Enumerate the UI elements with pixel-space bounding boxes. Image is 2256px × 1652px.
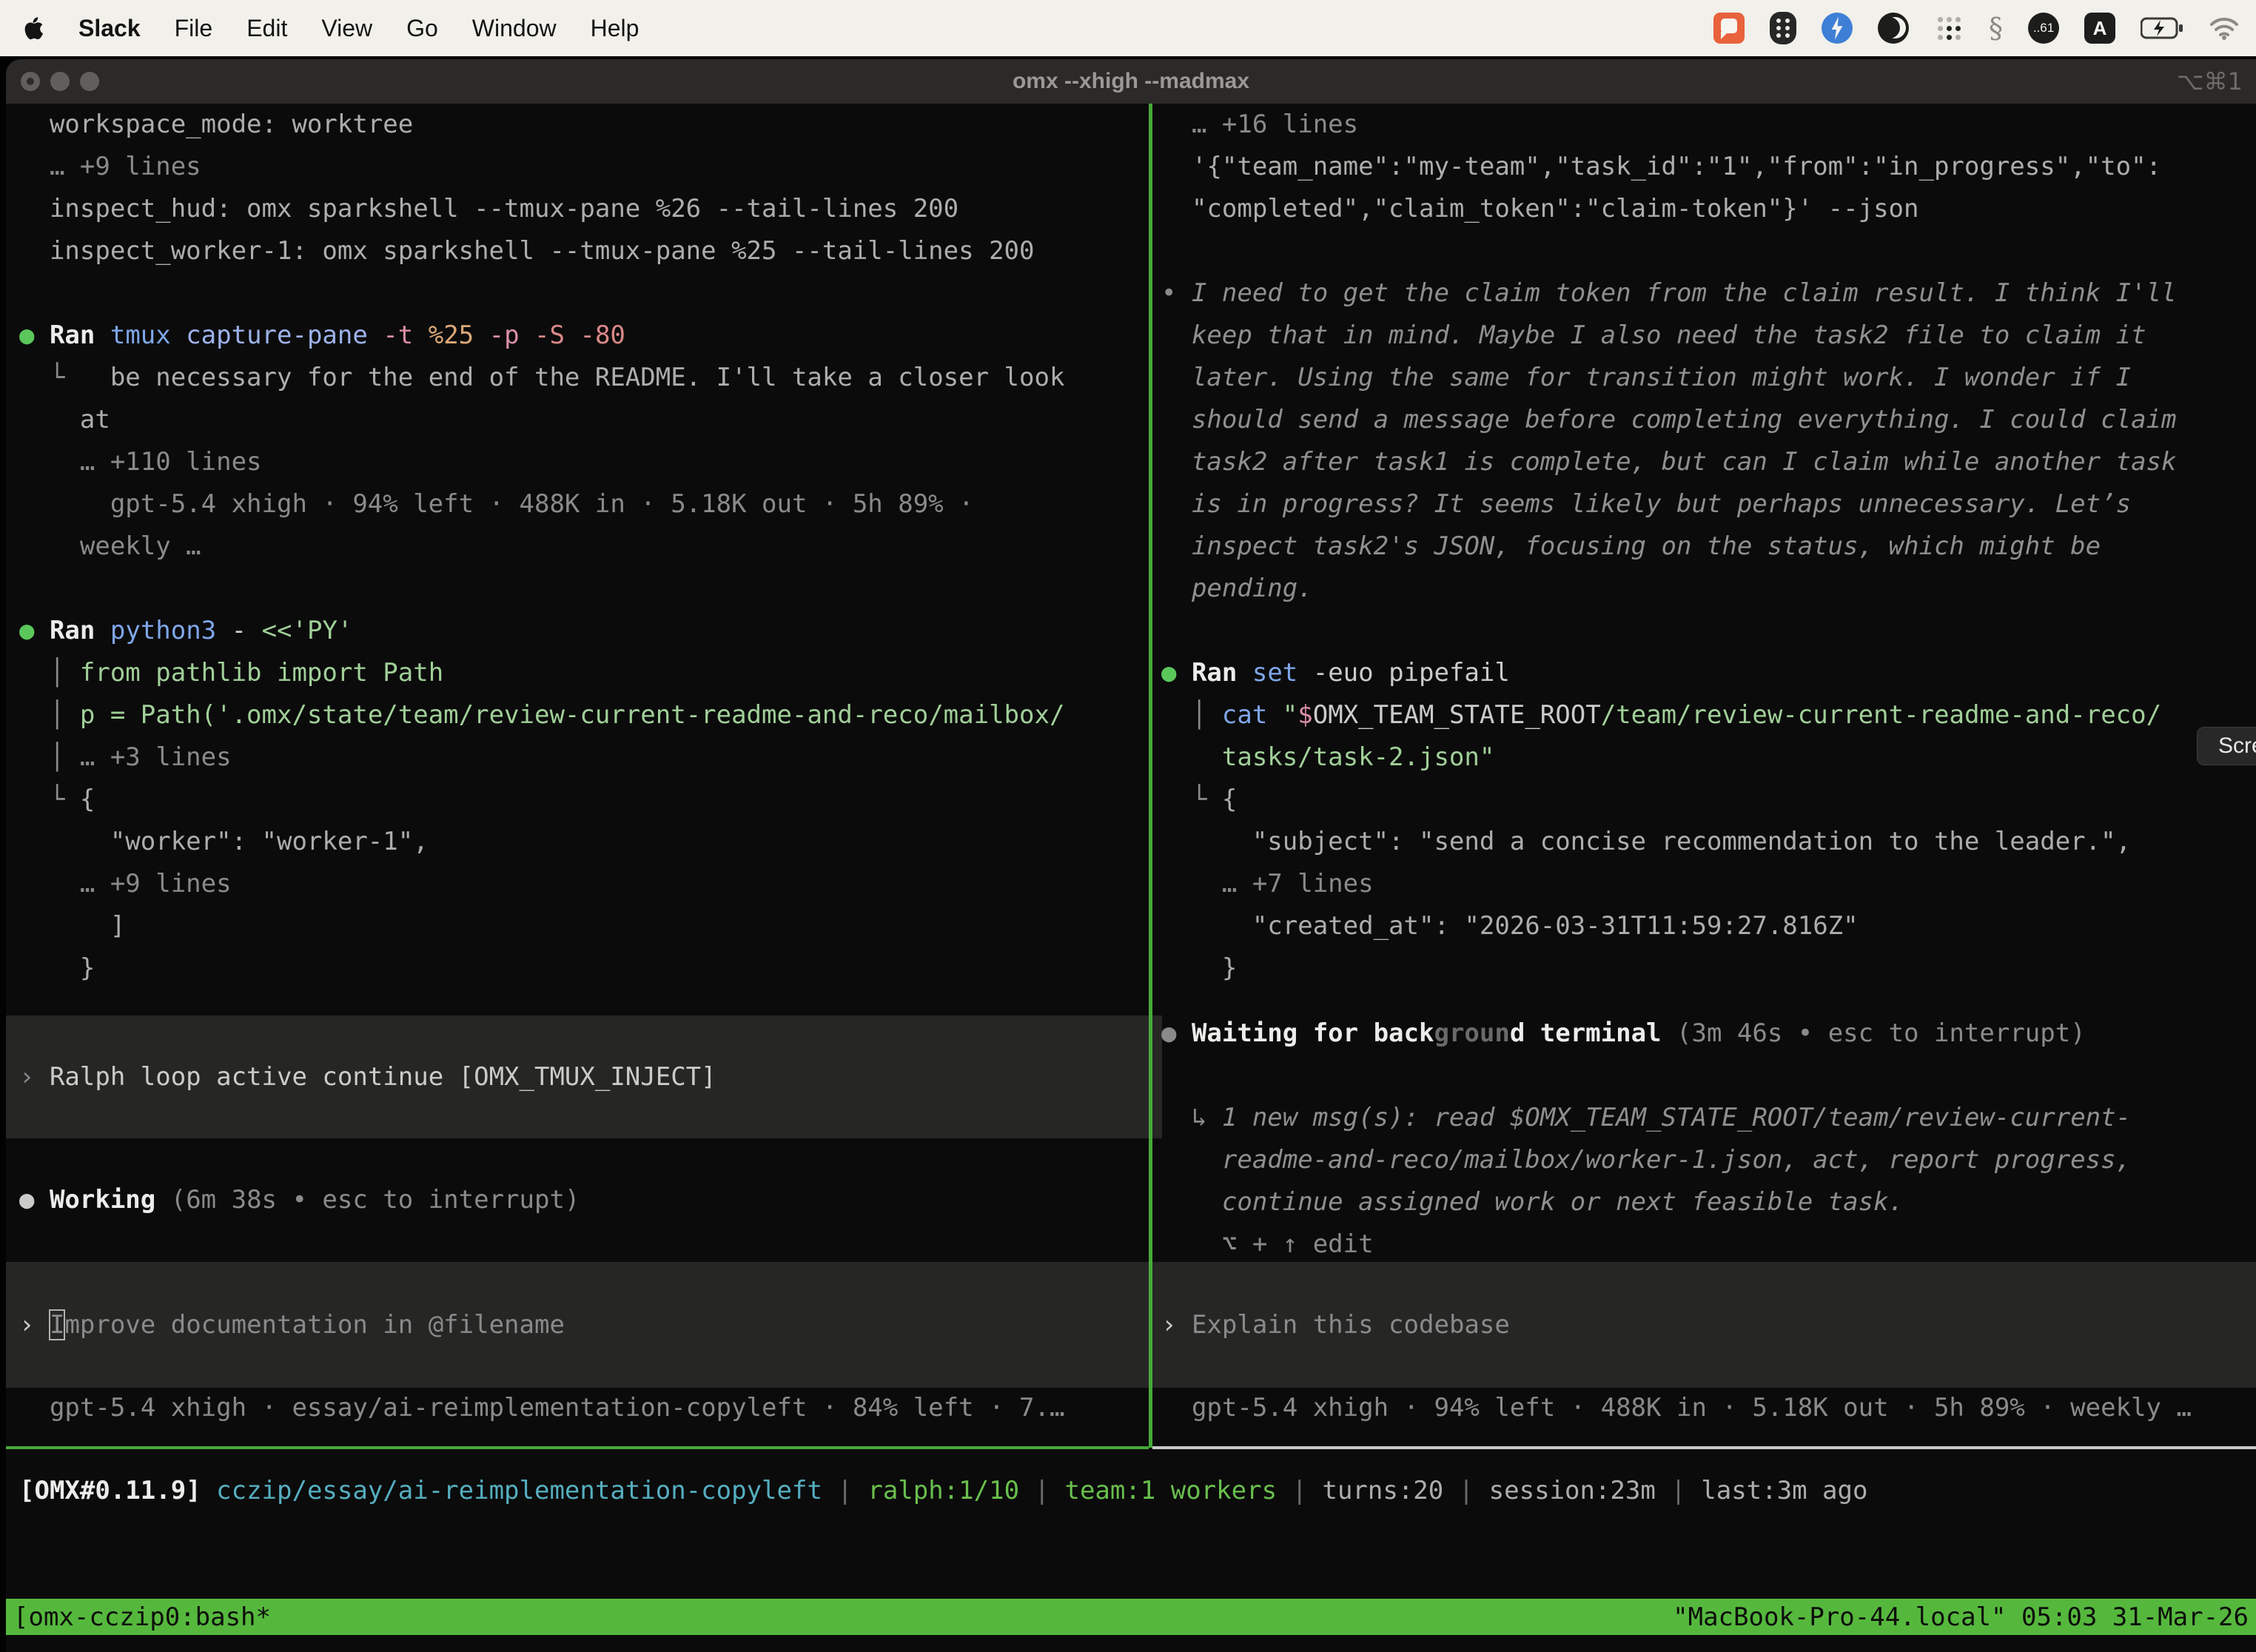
apple-icon[interactable]: [22, 15, 44, 41]
menu-left: Slack File Edit View Go Window Help: [0, 15, 639, 42]
window-title: omx --xhigh --madmax: [6, 59, 2256, 104]
right-prompt-input[interactable]: › Explain this codebase: [1152, 1262, 2256, 1388]
terminal-content: workspace_mode: worktree … +9 lines insp…: [6, 104, 2256, 1652]
left-working-status: ● Working (6m 38s • esc to interrupt): [6, 1179, 1162, 1221]
right-pane-border: [1152, 1446, 2256, 1449]
input-source-icon[interactable]: A: [2084, 13, 2115, 44]
right-waiting-status: ● Waiting for background terminal (3m 46…: [1152, 1013, 2256, 1266]
tmux-session-label: [omx-cczip0:bash*: [13, 1602, 271, 1632]
privacy-shield-icon[interactable]: [1770, 12, 1796, 44]
left-prompt-input[interactable]: › Improve documentation in @filename: [6, 1262, 1149, 1388]
crescent-app-icon[interactable]: [1878, 13, 1909, 44]
count-badge-icon[interactable]: ..61: [2028, 13, 2059, 44]
slack-notification-icon[interactable]: [1713, 13, 1745, 44]
menu-item-view[interactable]: View: [321, 15, 372, 42]
left-pane-border: [6, 1446, 1149, 1449]
left-ralph-loop-banner: › Ralph loop active continue [OMX_TMUX_I…: [6, 1015, 1162, 1138]
left-session-statusline: gpt-5.4 xhigh · essay/ai-reimplementatio…: [6, 1387, 1162, 1429]
left-pane-transcript[interactable]: workspace_mode: worktree … +9 lines insp…: [6, 104, 1162, 990]
tmux-host-clock: "MacBook-Pro-44.local" 05:03 31-Mar-26: [1673, 1602, 2249, 1632]
squiggle-icon[interactable]: §: [1989, 12, 2003, 44]
window-shortcut-badge: ⌥⌘1: [2177, 59, 2243, 104]
right-input-placeholder: › Explain this codebase: [1161, 1304, 1510, 1346]
wifi-icon[interactable]: [2209, 16, 2240, 40]
ralph-loop-text: › Ralph loop active continue [OMX_TMUX_I…: [19, 1056, 716, 1098]
battery-icon[interactable]: [2141, 17, 2183, 39]
menu-item-file[interactable]: File: [175, 15, 213, 42]
tmux-status-bar: [omx-cczip0:bash* "MacBook-Pro-44.local"…: [6, 1599, 2256, 1635]
title-bar: omx --xhigh --madmax ⌥⌘1: [6, 59, 2256, 104]
menu-bar: Slack File Edit View Go Window Help § ..…: [0, 0, 2256, 56]
terminal-window: omx --xhigh --madmax ⌥⌘1 workspace_mode:…: [6, 59, 2256, 1652]
bolt-badge-icon[interactable]: [1822, 13, 1853, 44]
menu-item-slack[interactable]: Slack: [78, 15, 141, 42]
omx-status-line: [OMX#0.11.9] cczip/essay/ai-reimplementa…: [6, 1470, 2256, 1512]
menu-status-icons: § ..61 A: [1713, 12, 2256, 44]
left-input-placeholder: › Improve documentation in @filename: [19, 1304, 565, 1346]
menu-item-edit[interactable]: Edit: [246, 15, 287, 42]
right-pane-transcript[interactable]: … +16 lines '{"team_name":"my-team","tas…: [1152, 104, 2256, 990]
menu-item-help[interactable]: Help: [591, 15, 639, 42]
right-session-statusline: gpt-5.4 xhigh · 94% left · 488K in · 5.1…: [1152, 1387, 2256, 1429]
dots-grid-icon[interactable]: [1934, 13, 1964, 43]
menu-item-go[interactable]: Go: [406, 15, 438, 42]
menu-item-window[interactable]: Window: [472, 15, 557, 42]
screen-tooltip: Scre: [2197, 727, 2256, 765]
